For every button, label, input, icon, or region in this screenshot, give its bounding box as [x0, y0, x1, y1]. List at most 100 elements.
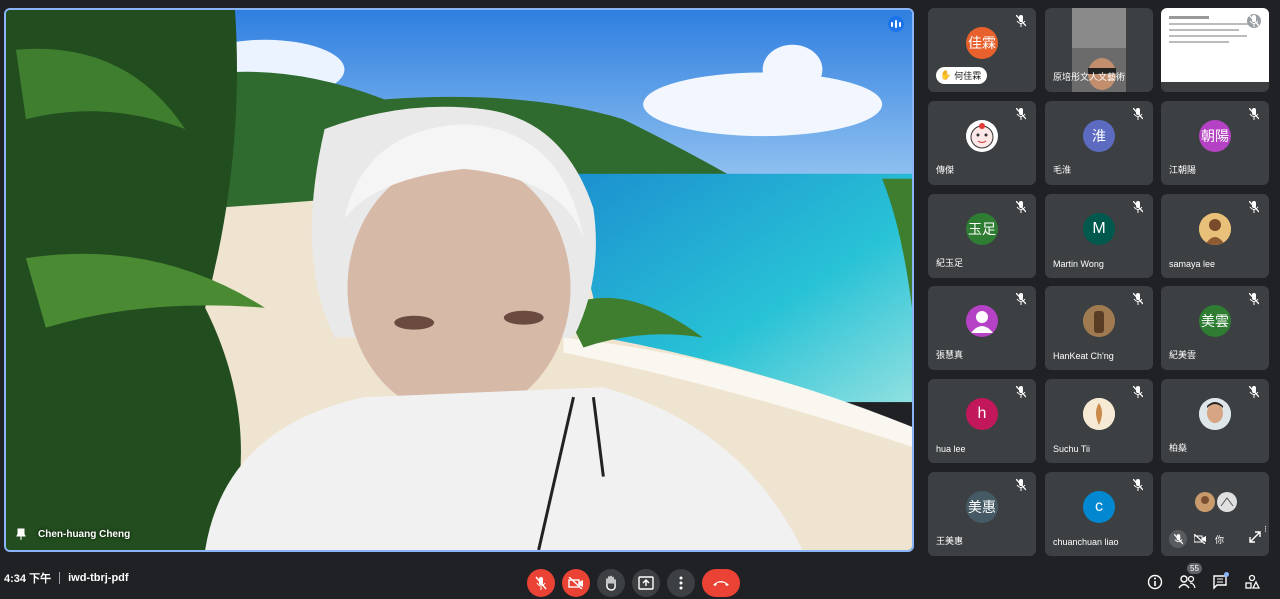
avatar	[966, 305, 998, 338]
people-icon	[1178, 575, 1196, 589]
mic-off-icon	[1131, 385, 1145, 399]
avatar-initials: 朝陽	[1201, 128, 1229, 145]
avatar	[1199, 398, 1231, 431]
present-screen-icon	[638, 576, 654, 590]
participant-name: 江朝陽	[1169, 165, 1197, 175]
more-vert-icon[interactable]: ⁝	[1264, 524, 1267, 535]
avatar: 淮	[1083, 120, 1115, 153]
participant-tile[interactable]: 玉足 紀玉足	[928, 194, 1036, 278]
participant-tile[interactable]: 佳霖 ✋ 何佳霖	[928, 8, 1036, 92]
participant-name: 原培彤文人文藝術	[1053, 72, 1126, 82]
avatar: 朝陽	[1199, 120, 1231, 153]
chat-notification-dot	[1224, 572, 1229, 577]
mic-off-icon	[1247, 385, 1261, 399]
participant-tile[interactable]: c chuanchuan liao	[1045, 472, 1153, 556]
participant-tile[interactable]: Suchu Tii	[1045, 379, 1153, 463]
photo-avatar-icon	[1195, 492, 1215, 512]
avatar-initials: c	[1095, 498, 1103, 516]
participant-name: Suchu Tii	[1053, 444, 1091, 454]
mic-off-icon	[1014, 200, 1028, 214]
avatar-initials: 佳霖	[968, 35, 996, 52]
participant-tile[interactable]: samaya lee	[1161, 194, 1269, 278]
meeting-details: 4:34 下午 iwd-tbrj-pdf	[4, 570, 129, 586]
mic-off-icon	[1247, 107, 1261, 121]
self-tile[interactable]: 你 ⁝	[1161, 472, 1269, 556]
mic-off-icon	[1014, 292, 1028, 306]
more-options-button[interactable]	[667, 569, 695, 597]
more-options-icon	[679, 576, 683, 590]
participant-name: 紀美雲	[1169, 350, 1197, 360]
meeting-info-button[interactable]	[1145, 572, 1165, 592]
participant-name: chuanchuan liao	[1053, 537, 1119, 547]
participant-tile[interactable]	[1161, 8, 1269, 92]
avatar: 佳霖	[966, 27, 998, 60]
activities-icon	[1245, 574, 1260, 589]
avatar: h	[966, 398, 998, 431]
raise-hand-icon: ✋	[940, 70, 952, 80]
participant-tile[interactable]: 美惠 王美惠	[928, 472, 1036, 556]
mic-off-icon	[1131, 478, 1145, 492]
participant-name: HanKeat Ch'ng	[1053, 351, 1114, 361]
participant-tile[interactable]: 原培彤文人文藝術	[1045, 8, 1153, 92]
participant-tile[interactable]: 朝陽 江朝陽	[1161, 101, 1269, 185]
avatar: M	[1083, 213, 1115, 246]
speaking-indicator-icon	[888, 16, 904, 32]
leave-call-button[interactable]	[702, 569, 740, 597]
mic-off-icon	[1014, 14, 1028, 28]
raise-hand-button[interactable]	[597, 569, 625, 597]
mic-off-icon	[1131, 292, 1145, 306]
main-speaker-tile[interactable]: Chen-huang Cheng	[4, 8, 914, 552]
raise-hand-icon	[606, 575, 616, 591]
present-button[interactable]	[632, 569, 660, 597]
speaker-name-label: Chen-huang Cheng	[16, 528, 130, 540]
avatar-initials: h	[977, 405, 987, 423]
avatar: c	[1083, 491, 1115, 524]
raised-hand-badge: ✋ 何佳霖	[936, 67, 988, 84]
meeting-time: 4:34 下午	[4, 573, 52, 585]
participant-name: 何佳霖	[954, 71, 982, 81]
mic-off-icon	[1131, 107, 1145, 121]
self-camera-off-icon[interactable]	[1191, 530, 1209, 548]
camera-toggle-button[interactable]	[562, 569, 590, 597]
expand-icon[interactable]	[1249, 530, 1261, 548]
participant-name: 紀玉足	[936, 258, 964, 268]
camera-off-icon	[568, 577, 583, 589]
meeting-info-icon	[1147, 574, 1163, 590]
participant-tile[interactable]: 張慧真	[928, 286, 1036, 370]
photo-avatar-icon	[1217, 492, 1237, 512]
participant-tile[interactable]: 傳傑	[928, 101, 1036, 185]
participant-count-badge: 55	[1187, 563, 1202, 574]
bottom-bar: 4:34 下午 iwd-tbrj-pdf 55	[0, 560, 1280, 599]
avatar-initials: 淮	[1092, 128, 1106, 145]
participant-tile[interactable]: 淮 毛淮	[1045, 101, 1153, 185]
avatar	[1199, 213, 1231, 246]
self-avatars	[1195, 492, 1237, 512]
participant-tile[interactable]: h hua lee	[928, 379, 1036, 463]
people-button[interactable]	[1177, 572, 1197, 592]
mic-off-icon	[1014, 385, 1028, 399]
mic-off-icon	[1247, 292, 1261, 306]
avatar-initials: 玉足	[968, 221, 996, 238]
mic-toggle-button[interactable]	[527, 569, 555, 597]
participant-tile[interactable]: M Martin Wong	[1045, 194, 1153, 278]
avatar: 美雲	[1199, 305, 1231, 338]
mic-off-icon	[1247, 200, 1261, 214]
mic-off-icon	[1014, 478, 1028, 492]
participant-tile[interactable]: 柏燊	[1161, 379, 1269, 463]
participant-name: 張慧真	[936, 350, 964, 360]
mic-off-icon	[535, 576, 547, 590]
participant-name: hua lee	[936, 444, 966, 454]
avatar	[1083, 305, 1115, 338]
photo-avatar-icon	[1083, 305, 1115, 338]
speaker-name: Chen-huang Cheng	[38, 528, 131, 540]
participant-tile[interactable]: 美雲 紀美雲	[1161, 286, 1269, 370]
participant-name: 傳傑	[936, 165, 955, 175]
photo-avatar-icon	[1199, 213, 1231, 246]
participant-name: 毛淮	[1053, 165, 1072, 175]
avatar: 玉足	[966, 213, 998, 246]
participant-name: samaya lee	[1169, 259, 1216, 269]
self-mic-off-icon[interactable]	[1169, 530, 1187, 548]
participant-name: Martin Wong	[1053, 259, 1104, 269]
activities-button[interactable]	[1242, 572, 1262, 592]
participant-tile[interactable]: HanKeat Ch'ng	[1045, 286, 1153, 370]
